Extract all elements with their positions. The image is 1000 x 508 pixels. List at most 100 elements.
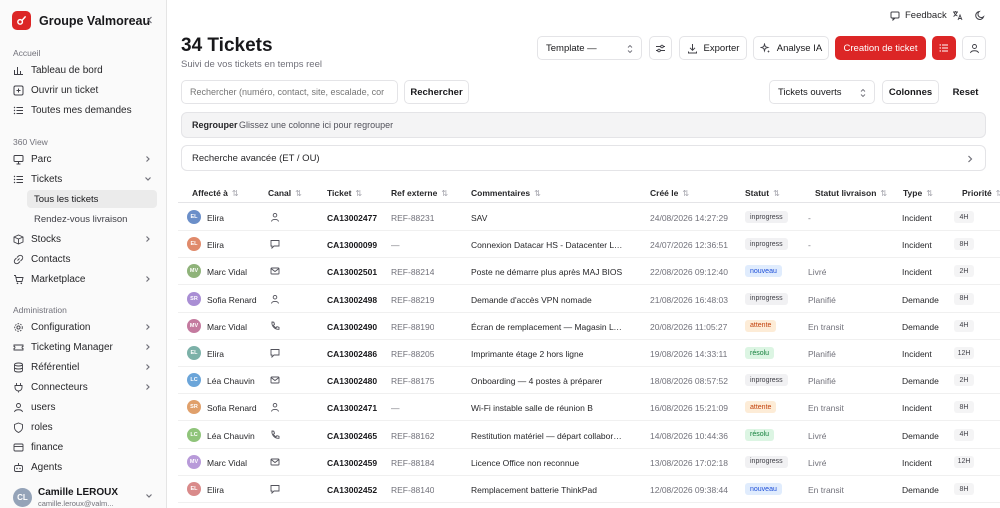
cell-ref-externe: — xyxy=(391,403,400,414)
bot-icon xyxy=(14,463,23,472)
column-header-type[interactable]: Type ⇅ xyxy=(903,188,933,198)
list-icon xyxy=(939,44,948,52)
sidebar-item-tickets[interactable]: Tickets xyxy=(6,170,161,189)
table-row[interactable]: SR Sofia Renard CA13002471 — Wi-Fi insta… xyxy=(178,394,1000,422)
gear-icon xyxy=(14,323,23,332)
card-icon xyxy=(13,443,24,452)
column-header-ticket[interactable]: Ticket ⇅ xyxy=(327,188,362,198)
chevron-right-icon xyxy=(146,344,150,350)
user-menu[interactable]: CL Camille LEROUX camille.leroux@valm... xyxy=(6,485,161,508)
sidebar-item-roles[interactable]: roles xyxy=(6,418,161,437)
user-view-button[interactable] xyxy=(962,36,986,60)
cell-ticket-id[interactable]: CA13002465 xyxy=(327,431,377,441)
avatar: EL xyxy=(187,482,201,496)
cell-ticket-id[interactable]: CA13002452 xyxy=(327,485,377,495)
column-header-cree-le[interactable]: Créé le ⇅ xyxy=(650,188,689,198)
ticketing-icon xyxy=(13,344,24,351)
sidebar-item-label: Configuration xyxy=(31,322,91,333)
column-header-affecte-a[interactable]: Affecté à ⇅ xyxy=(192,188,239,198)
table-row[interactable]: LC Léa Chauvin CA13002465 REF-88162 Rest… xyxy=(178,422,1000,449)
message-icon xyxy=(890,11,900,21)
cell-ticket-id[interactable]: CA13002498 xyxy=(327,295,377,305)
cell-assignee: Elira xyxy=(207,240,225,251)
filter-settings-button[interactable] xyxy=(649,36,672,60)
sidebar-item-ouvrir-un-ticket[interactable]: Ouvrir un ticket xyxy=(6,81,161,100)
cell-ref-externe: REF-88231 xyxy=(391,213,435,223)
priority-badge: 4H xyxy=(954,428,974,441)
search-button[interactable]: Rechercher xyxy=(404,80,469,104)
status-filter-value: Tickets ouverts xyxy=(778,87,842,98)
cell-ticket-id[interactable]: CA13002480 xyxy=(327,376,377,386)
cell-assignee: Elira xyxy=(207,349,225,359)
table-row[interactable]: EL Elira CA13002486 REF-88205 Imprimante… xyxy=(178,340,1000,367)
cell-ticket-id[interactable]: CA13002459 xyxy=(327,458,377,468)
collapse-sidebar-icon[interactable] xyxy=(143,13,157,27)
table-row[interactable]: MV Marc Vidal CA13002459 REF-88184 Licen… xyxy=(178,449,1000,476)
sidebar-item-tableau-de-bord[interactable]: Tableau de bord xyxy=(6,61,161,80)
group-by-dropzone[interactable]: Regrouper Glissez une colonne ici pour r… xyxy=(181,112,986,138)
sidebar-item-parc[interactable]: Parc xyxy=(6,150,161,169)
language-icon[interactable] xyxy=(952,10,963,21)
table-row[interactable]: LC Léa Chauvin CA13002480 REF-88175 Onbo… xyxy=(178,367,1000,395)
dark-mode-icon[interactable] xyxy=(975,10,986,21)
avatar: CL xyxy=(13,488,32,507)
sidebar-item-toutes-mes-demandes[interactable]: Toutes mes demandes xyxy=(6,101,161,120)
sidebar-item-agents[interactable]: Agents xyxy=(6,458,161,477)
column-header-canal[interactable]: Canal ⇅ xyxy=(268,188,302,198)
table-row[interactable]: EL Elira CA13002452 REF-88140 Remplaceme… xyxy=(178,476,1000,503)
sidebar-item-label: Ouvrir un ticket xyxy=(31,85,99,96)
cell-comment: Remplacement batterie ThinkPad xyxy=(471,485,597,495)
column-header-commentaires[interactable]: Commentaires ⇅ xyxy=(471,188,541,198)
priority-badge: 2H xyxy=(954,374,974,387)
sidebar-item-label: Tableau de bord xyxy=(31,65,103,76)
ai-analysis-button[interactable]: Analyse IA xyxy=(753,36,829,60)
sidebar-item-finance[interactable]: finance xyxy=(6,438,161,457)
phone-icon xyxy=(271,321,280,330)
cell-ticket-id[interactable]: CA13002471 xyxy=(327,403,377,413)
sidebar-item-stocks[interactable]: Stocks xyxy=(6,230,161,249)
columns-button[interactable]: Colonnes xyxy=(882,80,939,104)
export-button[interactable]: Exporter xyxy=(679,36,747,60)
cell-ticket-id[interactable]: CA13000099 xyxy=(327,240,377,250)
box-icon xyxy=(13,234,24,245)
list-icon xyxy=(13,175,23,184)
cell-type: Demande xyxy=(902,321,939,332)
sidebar-item-connecteurs[interactable]: Connecteurs xyxy=(6,378,161,397)
brand[interactable]: Groupe Valmoreau xyxy=(12,11,150,30)
column-header-statut-livraison[interactable]: Statut livraison ⇅ xyxy=(815,188,887,198)
sidebar-subitem-rendez-vous-livraison[interactable]: Rendez-vous livraison xyxy=(27,210,157,228)
search-input[interactable] xyxy=(181,80,398,104)
cell-ticket-id[interactable]: CA13002501 xyxy=(327,267,377,277)
avatar: MV xyxy=(187,264,201,279)
table-row[interactable]: SR Sofia Renard CA13002498 REF-88219 Dem… xyxy=(178,286,1000,313)
user-email: camille.leroux@valm... xyxy=(38,499,114,508)
table-row[interactable]: EL Elira CA13000099 — Connexion Datacar … xyxy=(178,231,1000,259)
status-filter-select[interactable]: Tickets ouverts xyxy=(769,80,875,104)
create-ticket-button[interactable]: Creation de ticket xyxy=(835,36,926,60)
cell-ticket-id[interactable]: CA13002477 xyxy=(327,213,377,223)
sidebar-item-referentiel[interactable]: Référentiel xyxy=(6,358,161,377)
table-row[interactable]: MV Marc Vidal CA13002490 REF-88190 Écran… xyxy=(178,313,1000,340)
feedback-button[interactable]: Feedback xyxy=(890,10,947,21)
cell-ticket-id[interactable]: CA13002490 xyxy=(327,322,377,332)
advanced-search-toggle[interactable]: Recherche avancée (ET / OU) xyxy=(181,145,986,171)
column-header-statut[interactable]: Statut ⇅ xyxy=(745,188,780,198)
table-row[interactable]: MV Marc Vidal CA13002501 REF-88214 Poste… xyxy=(178,258,1000,286)
sidebar-item-ticketing-manager[interactable]: Ticketing Manager xyxy=(6,338,161,357)
main-content: Feedback 34 Tickets Suivi de vos tickets… xyxy=(168,0,1000,508)
reset-button[interactable]: Reset xyxy=(945,80,986,104)
table-row[interactable]: EL Elira CA13002477 REF-88231 SAV 24/08/… xyxy=(178,204,1000,231)
column-header-priorite[interactable]: Priorité ⇅ xyxy=(962,188,1000,198)
chevron-right-icon xyxy=(146,156,150,162)
sidebar-subitem-tous-les-tickets[interactable]: Tous les tickets xyxy=(27,190,157,208)
sidebar-item-users[interactable]: users xyxy=(6,398,161,417)
sidebar-item-configuration[interactable]: Configuration xyxy=(6,318,161,337)
sidebar-item-marketplace[interactable]: Marketplace xyxy=(6,270,161,289)
sidebar-item-contacts[interactable]: Contacts xyxy=(6,250,161,269)
cell-delivery-status: En transit xyxy=(808,321,844,332)
column-header-ref-externe[interactable]: Ref externe ⇅ xyxy=(391,188,448,198)
template-select[interactable]: Template — xyxy=(537,36,642,60)
status-badge: inprogress xyxy=(745,455,788,468)
cell-ticket-id[interactable]: CA13002486 xyxy=(327,349,377,359)
list-view-button[interactable] xyxy=(932,36,956,60)
